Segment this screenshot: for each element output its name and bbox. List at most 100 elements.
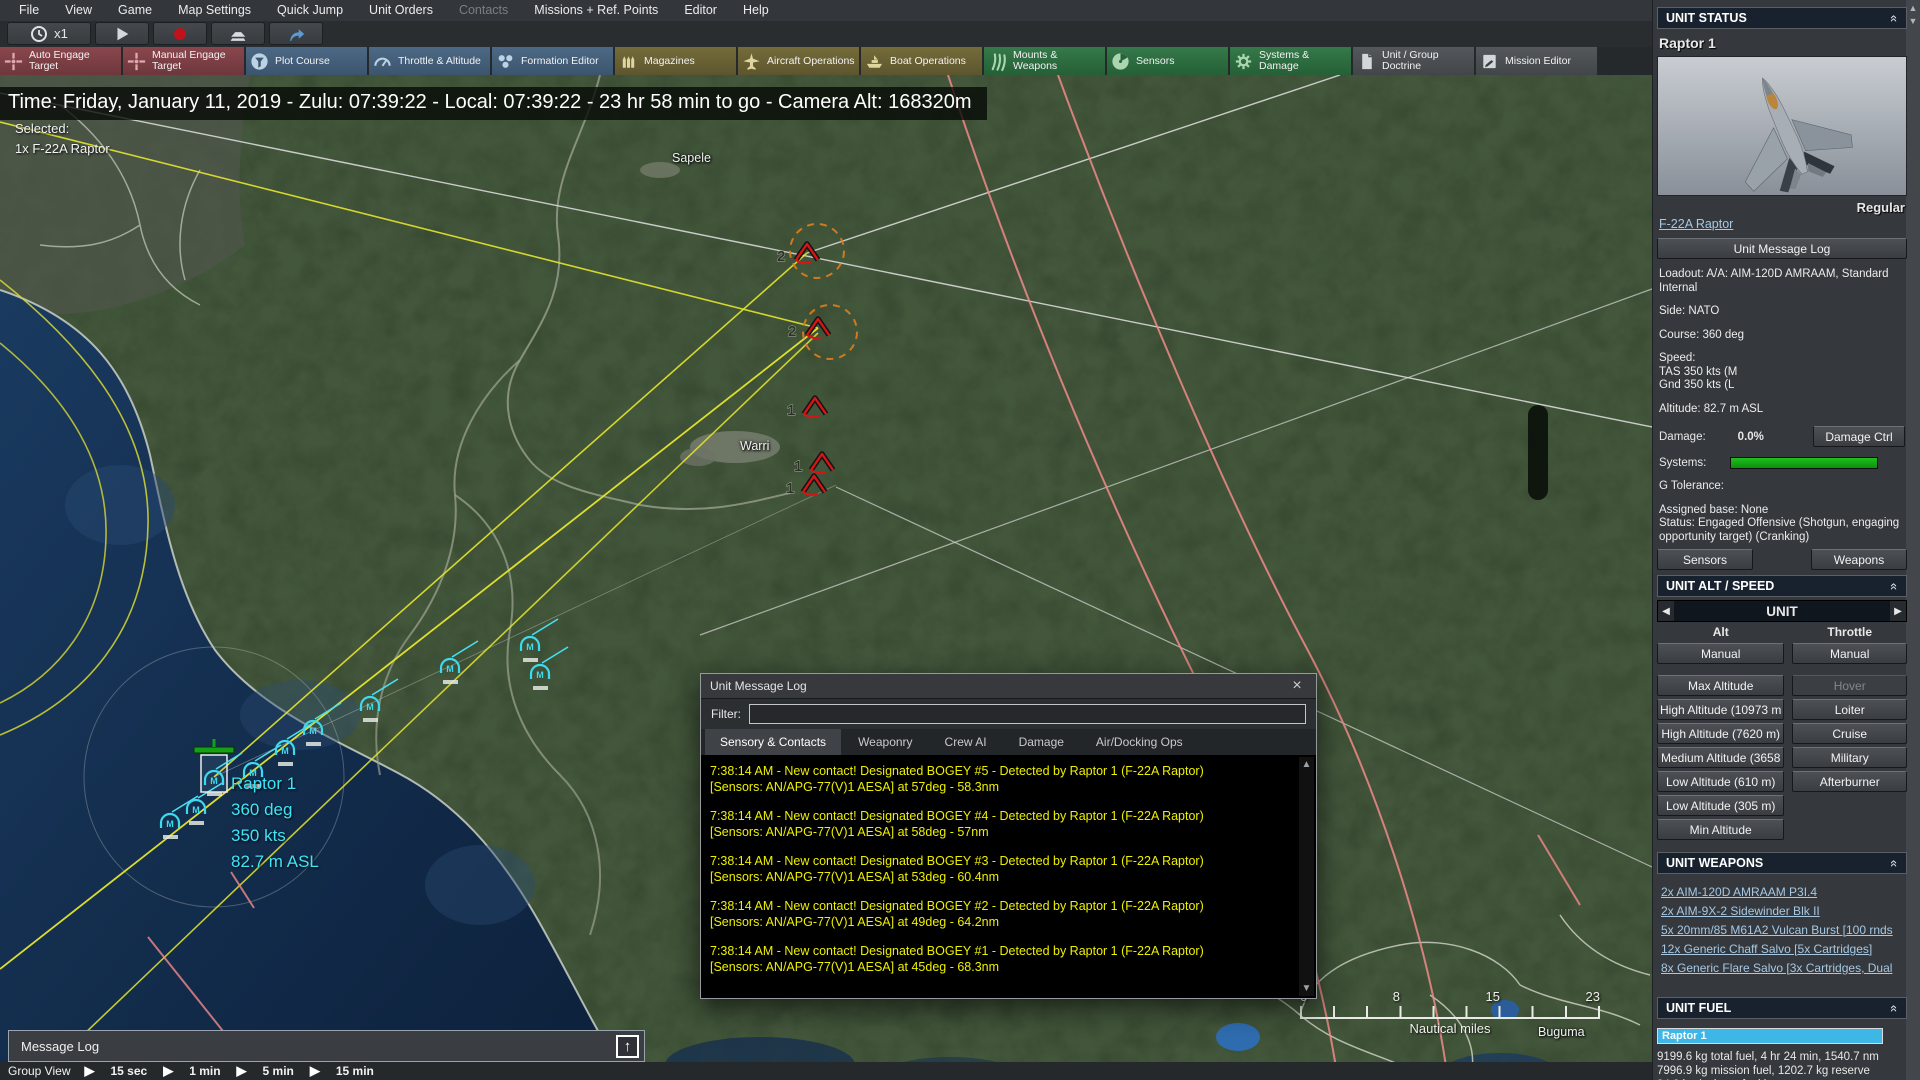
unit-datablock-altitude: 82.7 m ASL <box>231 852 319 871</box>
close-icon[interactable]: × <box>1287 677 1307 695</box>
time-interval-button[interactable]: 5 min <box>263 1064 294 1078</box>
altitude-preset-button[interactable]: Low Altitude (305 m) <box>1657 795 1785 816</box>
altitude-preset-button[interactable]: Max Altitude <box>1657 675 1785 696</box>
mounts-weapons-button[interactable]: Mounts & Weapons <box>984 47 1105 75</box>
weapon-link[interactable]: 2x AIM-9X-2 Sidewinder Blk II <box>1661 902 1905 921</box>
menu-item[interactable]: Missions + Ref. Points <box>521 0 671 21</box>
scroll-up-icon[interactable]: ▲ <box>1909 3 1918 13</box>
next-unit-arrow[interactable]: ▶ <box>1890 601 1906 621</box>
time-interval-button[interactable]: 1 min <box>189 1064 220 1078</box>
dialog-title: Unit Message Log <box>710 679 807 693</box>
altitude-preset-button[interactable]: High Altitude (7620 m) <box>1657 723 1785 744</box>
altitude-column: Alt Manual Max Altitude High Altitude (1… <box>1657 625 1785 840</box>
dialog-tab[interactable]: Sensory & Contacts <box>705 729 842 755</box>
altitude-preset-button[interactable]: Min Altitude <box>1657 819 1785 840</box>
menu-item[interactable]: Game <box>105 0 165 21</box>
scroll-up-icon[interactable]: ▲ <box>1302 759 1312 770</box>
collapse-chevron-icon[interactable]: « <box>1887 14 1902 21</box>
record-button[interactable] <box>153 22 207 45</box>
menu-item[interactable]: Map Settings <box>165 0 264 21</box>
collapse-chevron-icon[interactable]: « <box>1887 582 1902 589</box>
unit-photo <box>1657 56 1907 196</box>
sensors-panel-button[interactable]: Sensors <box>1657 549 1753 570</box>
throttle-column: Throttle Manual Hover Loiter Cruise Mili… <box>1792 625 1907 840</box>
throttle-preset-button[interactable]: Afterburner <box>1792 771 1907 792</box>
sensors-button[interactable]: Sensors <box>1107 47 1228 75</box>
dialog-tab[interactable]: Damage <box>1004 729 1079 755</box>
throttle-preset-button[interactable]: Hover <box>1792 675 1907 696</box>
scroll-down-icon[interactable]: ▼ <box>1909 16 1918 26</box>
damage-ctrl-button[interactable]: Damage Ctrl <box>1813 426 1905 447</box>
aircraft-operations-button[interactable]: Aircraft Operations <box>738 47 859 75</box>
throttle-preset-button[interactable]: Cruise <box>1792 723 1907 744</box>
menu-item[interactable]: View <box>52 0 105 21</box>
dialog-tab[interactable]: Air/Docking Ops <box>1081 729 1198 755</box>
altitude-preset-button[interactable]: High Altitude (10973 m <box>1657 699 1785 720</box>
unit-message-log-button[interactable]: Unit Message Log <box>1657 238 1907 259</box>
speed-gnd: Gnd 350 kts (L <box>1659 379 1735 391</box>
plot-course-button[interactable]: Plot Course <box>246 47 367 75</box>
formation-editor-button[interactable]: Formation Editor <box>492 47 613 75</box>
menu-item[interactable]: File <box>6 0 52 21</box>
sidebar-scrollbar[interactable]: ▲ ▼ <box>1906 0 1920 1080</box>
menu-item[interactable]: Contacts <box>446 0 521 21</box>
time-interval-button[interactable]: 15 min <box>336 1064 374 1078</box>
dialog-tab[interactable]: Weaponry <box>843 729 927 755</box>
fuel-selected-unit[interactable]: Raptor 1 <box>1657 1028 1883 1044</box>
unit-datablock-speed: 350 kts <box>231 826 286 845</box>
menu-item[interactable]: Editor <box>671 0 730 21</box>
speed-tas: TAS 350 kts (M <box>1659 365 1738 378</box>
auto-engage-target-button[interactable]: Auto Engage Target <box>0 47 121 75</box>
play-button[interactable] <box>95 22 149 45</box>
log-message-detail: [Sensors: AN/APG-77(V)1 AESA] at 57deg -… <box>710 780 1000 794</box>
throttle-preset-button[interactable]: Loiter <box>1792 699 1907 720</box>
scroll-down-icon[interactable]: ▼ <box>1302 983 1312 994</box>
time-compression-button[interactable]: x1 <box>7 22 91 45</box>
unit-weapons-header[interactable]: UNIT WEAPONS « <box>1657 852 1907 874</box>
altitude-preset-button[interactable]: Low Altitude (610 m) <box>1657 771 1785 792</box>
dialog-title-bar[interactable]: Unit Message Log × <box>701 674 1316 699</box>
previous-unit-arrow[interactable]: ◀ <box>1658 601 1674 621</box>
collapse-chevron-icon[interactable]: « <box>1887 1004 1902 1011</box>
message-log-list[interactable]: ▲ ▼ 7:38:14 AM - New contact! Designated… <box>701 755 1316 998</box>
document-icon <box>1362 53 1372 69</box>
scale-ruler <box>1300 1006 1600 1019</box>
throttle-preset-button[interactable]: Manual <box>1792 643 1907 664</box>
time-interval-button[interactable]: 15 sec <box>110 1064 147 1078</box>
weapon-link[interactable]: 2x AIM-120D AMRAAM P3I.4 <box>1661 883 1905 902</box>
throttle-altitude-button[interactable]: Throttle & Altitude <box>369 47 490 75</box>
throttle-preset-button[interactable]: Military <box>1792 747 1907 768</box>
menu-item[interactable]: Unit Orders <box>356 0 446 21</box>
unit-alt-speed-header[interactable]: UNIT ALT / SPEED « <box>1657 575 1907 597</box>
jump-to-location-button[interactable] <box>269 22 323 45</box>
manual-engage-target-button[interactable]: Manual Engage Target <box>123 47 244 75</box>
clipboard-pencil-icon <box>1483 54 1496 68</box>
dialog-tab[interactable]: Crew AI <box>930 729 1002 755</box>
message-log-bar[interactable]: Message Log ↑ <box>8 1030 645 1062</box>
damage-row: Damage: 0.0% Damage Ctrl <box>1659 426 1905 447</box>
weapon-link[interactable]: 8x Generic Flare Salvo [3x Cartridges, D… <box>1661 959 1905 978</box>
mission-editor-button[interactable]: Mission Editor <box>1476 47 1597 75</box>
collapse-chevron-icon[interactable]: « <box>1887 859 1902 866</box>
weapon-link[interactable]: 5x 20mm/85 M61A2 Vulcan Burst [100 rnds <box>1661 921 1905 940</box>
menu-item[interactable]: Help <box>730 0 782 21</box>
map-layers-button[interactable] <box>211 22 265 45</box>
altitude-preset-button[interactable]: Manual <box>1657 643 1785 664</box>
boat-operations-button[interactable]: Boat Operations <box>861 47 982 75</box>
weapons-list: 2x AIM-120D AMRAAM P3I.4 2x AIM-9X-2 Side… <box>1657 874 1907 992</box>
altitude-preset-button[interactable]: Medium Altitude (3658 <box>1657 747 1785 768</box>
systems-damage-button[interactable]: Systems & Damage <box>1230 47 1351 75</box>
menu-item[interactable]: Quick Jump <box>264 0 356 21</box>
weapon-link[interactable]: 12x Generic Chaff Salvo [5x Cartridges] <box>1661 940 1905 959</box>
unit-group-doctrine-button[interactable]: Unit / Group Doctrine <box>1353 47 1474 75</box>
filter-input[interactable] <box>749 704 1306 724</box>
weapons-panel-button[interactable]: Weapons <box>1811 549 1907 570</box>
unit-status-header[interactable]: UNIT STATUS « <box>1657 7 1907 29</box>
clock-icon <box>31 25 48 42</box>
expand-message-log-button[interactable]: ↑ <box>616 1034 639 1058</box>
fuel-info: 9199.6 kg total fuel, 4 hr 24 min, 1540.… <box>1657 1050 1907 1080</box>
unit-fuel-header[interactable]: UNIT FUEL « <box>1657 997 1907 1019</box>
magazines-button[interactable]: Magazines <box>615 47 736 75</box>
log-scrollbar[interactable]: ▲ ▼ <box>1299 757 1314 996</box>
unit-type-link[interactable]: F-22A Raptor <box>1659 217 1905 231</box>
